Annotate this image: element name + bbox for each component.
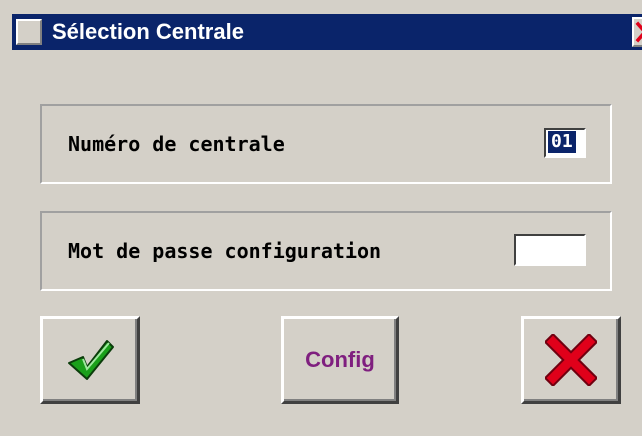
close-button[interactable] — [632, 17, 642, 47]
central-number-input[interactable]: 01 — [544, 128, 586, 158]
cross-icon — [545, 334, 597, 386]
config-button[interactable]: Config — [281, 316, 399, 404]
cancel-button[interactable] — [521, 316, 621, 404]
window-icon[interactable] — [16, 19, 42, 45]
central-number-group: Numéro de centrale 01 — [40, 104, 612, 184]
close-icon — [635, 21, 642, 43]
checkmark-icon — [68, 340, 114, 380]
title-bar[interactable]: Sélection Centrale — [12, 14, 642, 50]
central-number-value: 01 — [548, 131, 576, 153]
ok-button[interactable] — [40, 316, 140, 404]
password-label: Mot de passe configuration — [68, 239, 382, 263]
password-group: Mot de passe configuration — [40, 211, 612, 291]
config-button-label: Config — [305, 347, 375, 372]
password-input[interactable] — [514, 234, 586, 266]
window-title: Sélection Centrale — [52, 19, 244, 44]
selection-centrale-dialog: Sélection Centrale Numéro de centrale 01… — [0, 0, 642, 436]
central-number-label: Numéro de centrale — [68, 132, 285, 156]
